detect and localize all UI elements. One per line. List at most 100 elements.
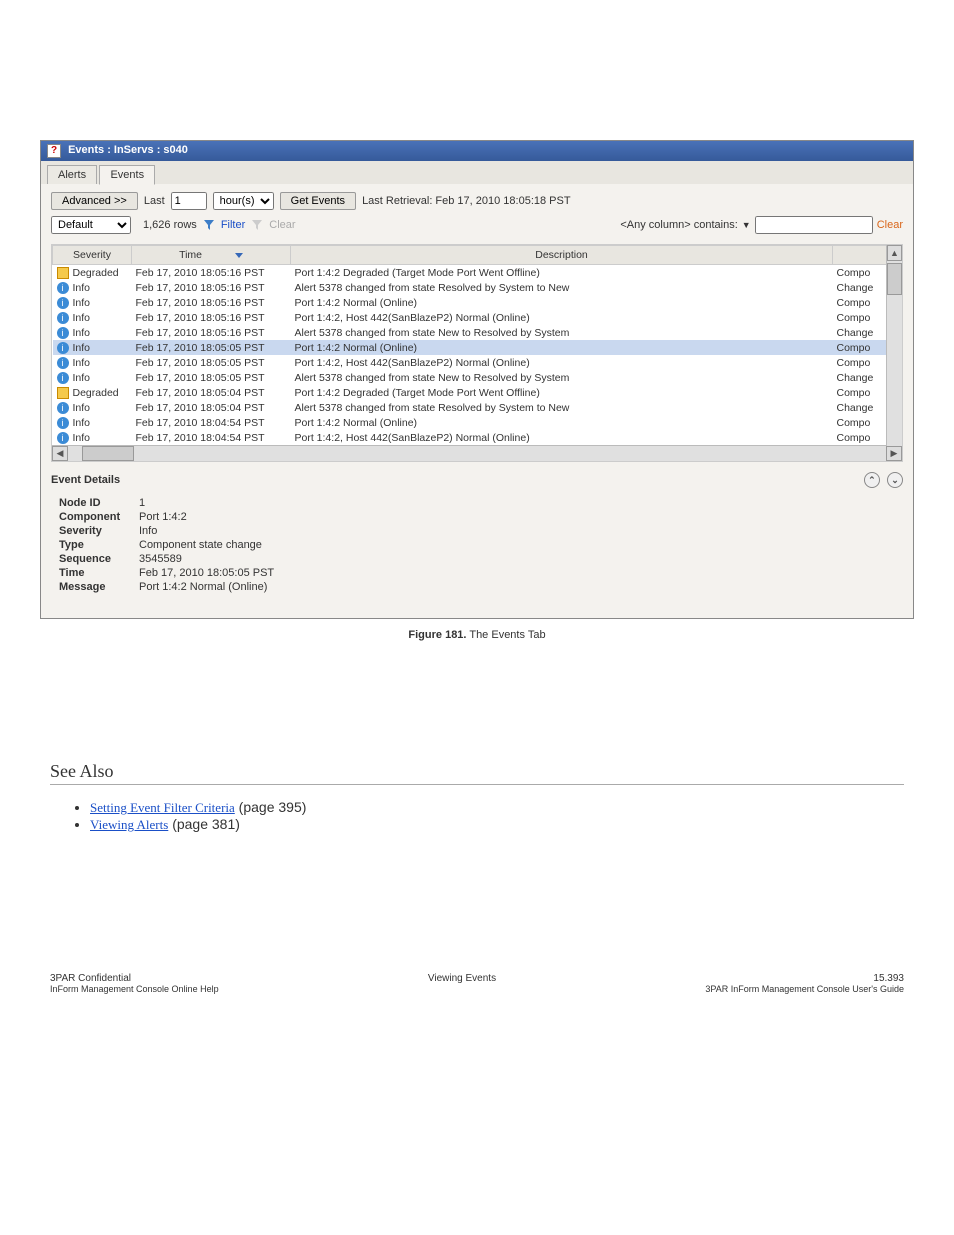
search-clear-link[interactable]: Clear	[877, 219, 903, 231]
detail-value: 1	[139, 497, 145, 509]
cell-description: Alert 5378 changed from state New to Res…	[291, 370, 833, 385]
cell-time: Feb 17, 2010 18:04:54 PST	[132, 430, 291, 445]
search-dropdown-icon[interactable]: ▼	[742, 220, 751, 230]
col-header-severity[interactable]: Severity	[53, 246, 132, 265]
preset-select[interactable]: Default	[51, 216, 131, 234]
info-icon: i	[57, 417, 69, 429]
scroll-up-icon[interactable]: ▲	[887, 245, 902, 261]
filter-link[interactable]: Filter	[221, 219, 245, 231]
cell-time: Feb 17, 2010 18:05:05 PST	[132, 340, 291, 355]
cell-severity: iInfo	[53, 295, 132, 310]
info-icon: i	[57, 297, 69, 309]
cell-time: Feb 17, 2010 18:05:05 PST	[132, 370, 291, 385]
detail-row: ComponentPort 1:4:2	[59, 510, 895, 524]
table-row[interactable]: iInfoFeb 17, 2010 18:04:54 PSTPort 1:4:2…	[53, 415, 902, 430]
table-row[interactable]: iInfoFeb 17, 2010 18:05:16 PSTAlert 5378…	[53, 325, 902, 340]
events-window: ? Events : InServs : s040 Alerts Events …	[40, 140, 914, 619]
table-row[interactable]: iInfoFeb 17, 2010 18:05:16 PSTPort 1:4:2…	[53, 295, 902, 310]
see-also-heading: See Also	[50, 761, 904, 785]
cell-time: Feb 17, 2010 18:04:54 PST	[132, 415, 291, 430]
scroll-right-icon[interactable]: ▶	[886, 446, 902, 461]
scroll-thumb[interactable]	[887, 263, 902, 295]
last-unit-select[interactable]: hour(s)	[213, 192, 274, 210]
figure-text: The Events Tab	[469, 629, 545, 641]
detail-row: MessagePort 1:4:2 Normal (Online)	[59, 580, 895, 594]
table-row[interactable]: iInfoFeb 17, 2010 18:05:04 PSTAlert 5378…	[53, 400, 902, 415]
see-also-page: (page 395)	[239, 799, 307, 815]
footer-confidential: 3PAR Confidential	[50, 973, 219, 984]
figure-caption: Figure 181. The Events Tab	[0, 629, 954, 641]
clear-filter-link[interactable]: Clear	[269, 219, 295, 231]
table-row[interactable]: iInfoFeb 17, 2010 18:05:16 PSTPort 1:4:2…	[53, 310, 902, 325]
cell-severity: Degraded	[53, 385, 132, 400]
table-row[interactable]: iInfoFeb 17, 2010 18:05:16 PSTAlert 5378…	[53, 280, 902, 295]
hscroll-thumb[interactable]	[82, 446, 134, 461]
cell-description: Port 1:4:2 Degraded (Target Mode Port We…	[291, 385, 833, 400]
detail-row: Node ID1	[59, 496, 895, 510]
cell-severity: Degraded	[53, 265, 132, 281]
cell-time: Feb 17, 2010 18:05:16 PST	[132, 325, 291, 340]
degraded-icon	[57, 387, 69, 399]
col-header-description[interactable]: Description	[291, 246, 833, 265]
collapse-down-icon[interactable]: ⌄	[887, 472, 903, 488]
search-input[interactable]	[755, 216, 873, 234]
detail-value: Component state change	[139, 539, 262, 551]
cell-time: Feb 17, 2010 18:05:16 PST	[132, 310, 291, 325]
col-header-time[interactable]: Time	[132, 246, 291, 265]
events-table-wrap: Severity Time Description DegradedFeb 17…	[51, 244, 903, 462]
cell-severity: iInfo	[53, 370, 132, 385]
see-also-section: See Also Setting Event Filter Criteria (…	[50, 761, 904, 833]
see-also-link[interactable]: Viewing Alerts	[90, 817, 168, 832]
cell-description: Port 1:4:2 Degraded (Target Mode Port We…	[291, 265, 833, 281]
event-details-header: Event Details	[51, 474, 120, 486]
see-also-page: (page 381)	[172, 816, 240, 832]
cell-description: Port 1:4:2 Normal (Online)	[291, 295, 833, 310]
clear-filter-icon	[251, 219, 263, 231]
footer-sub-right: 3PAR InForm Management Console User's Gu…	[705, 984, 904, 994]
detail-key: Sequence	[59, 553, 139, 565]
cell-severity: iInfo	[53, 415, 132, 430]
app-icon: ?	[47, 144, 61, 158]
scroll-left-icon[interactable]: ◀	[52, 446, 68, 461]
cell-severity: iInfo	[53, 430, 132, 445]
table-row[interactable]: DegradedFeb 17, 2010 18:05:04 PSTPort 1:…	[53, 385, 902, 400]
table-row[interactable]: iInfoFeb 17, 2010 18:05:05 PSTPort 1:4:2…	[53, 355, 902, 370]
see-also-item: Setting Event Filter Criteria (page 395)	[90, 799, 904, 816]
detail-key: Node ID	[59, 497, 139, 509]
info-icon: i	[57, 312, 69, 324]
table-row[interactable]: iInfoFeb 17, 2010 18:04:54 PSTPort 1:4:2…	[53, 430, 902, 445]
table-row[interactable]: iInfoFeb 17, 2010 18:05:05 PSTAlert 5378…	[53, 370, 902, 385]
figure-label: Figure 181.	[408, 629, 466, 641]
cell-severity: iInfo	[53, 340, 132, 355]
cell-description: Port 1:4:2 Normal (Online)	[291, 415, 833, 430]
table-row[interactable]: DegradedFeb 17, 2010 18:05:16 PSTPort 1:…	[53, 265, 902, 281]
info-icon: i	[57, 402, 69, 414]
cell-description: Port 1:4:2 Normal (Online)	[291, 340, 833, 355]
tab-alerts[interactable]: Alerts	[47, 165, 97, 184]
cell-time: Feb 17, 2010 18:05:05 PST	[132, 355, 291, 370]
cell-description: Port 1:4:2, Host 442(SanBlazeP2) Normal …	[291, 355, 833, 370]
horizontal-scrollbar[interactable]: ◀ ▶	[52, 445, 902, 461]
info-icon: i	[57, 282, 69, 294]
row-count-label: 1,626 rows	[143, 219, 197, 231]
last-retrieval-label: Last Retrieval: Feb 17, 2010 18:05:18 PS…	[362, 195, 571, 207]
last-value-input[interactable]	[171, 192, 207, 210]
cell-severity: iInfo	[53, 355, 132, 370]
see-also-link[interactable]: Setting Event Filter Criteria	[90, 800, 235, 815]
advanced-button[interactable]: Advanced >>	[51, 192, 138, 210]
vertical-scrollbar[interactable]: ▲	[886, 245, 902, 446]
footer-center: Viewing Events	[428, 973, 496, 994]
cell-description: Port 1:4:2, Host 442(SanBlazeP2) Normal …	[291, 310, 833, 325]
get-events-button[interactable]: Get Events	[280, 192, 356, 210]
cell-description: Alert 5378 changed from state Resolved b…	[291, 400, 833, 415]
detail-key: Type	[59, 539, 139, 551]
table-row[interactable]: iInfoFeb 17, 2010 18:05:05 PSTPort 1:4:2…	[53, 340, 902, 355]
detail-row: TimeFeb 17, 2010 18:05:05 PST	[59, 566, 895, 580]
events-table: Severity Time Description DegradedFeb 17…	[52, 245, 902, 445]
tab-events[interactable]: Events	[99, 165, 155, 185]
sort-indicator-icon	[235, 253, 243, 258]
collapse-up-icon[interactable]: ⌃	[864, 472, 880, 488]
tab-bar: Alerts Events	[41, 161, 913, 184]
cell-time: Feb 17, 2010 18:05:16 PST	[132, 280, 291, 295]
detail-key: Time	[59, 567, 139, 579]
